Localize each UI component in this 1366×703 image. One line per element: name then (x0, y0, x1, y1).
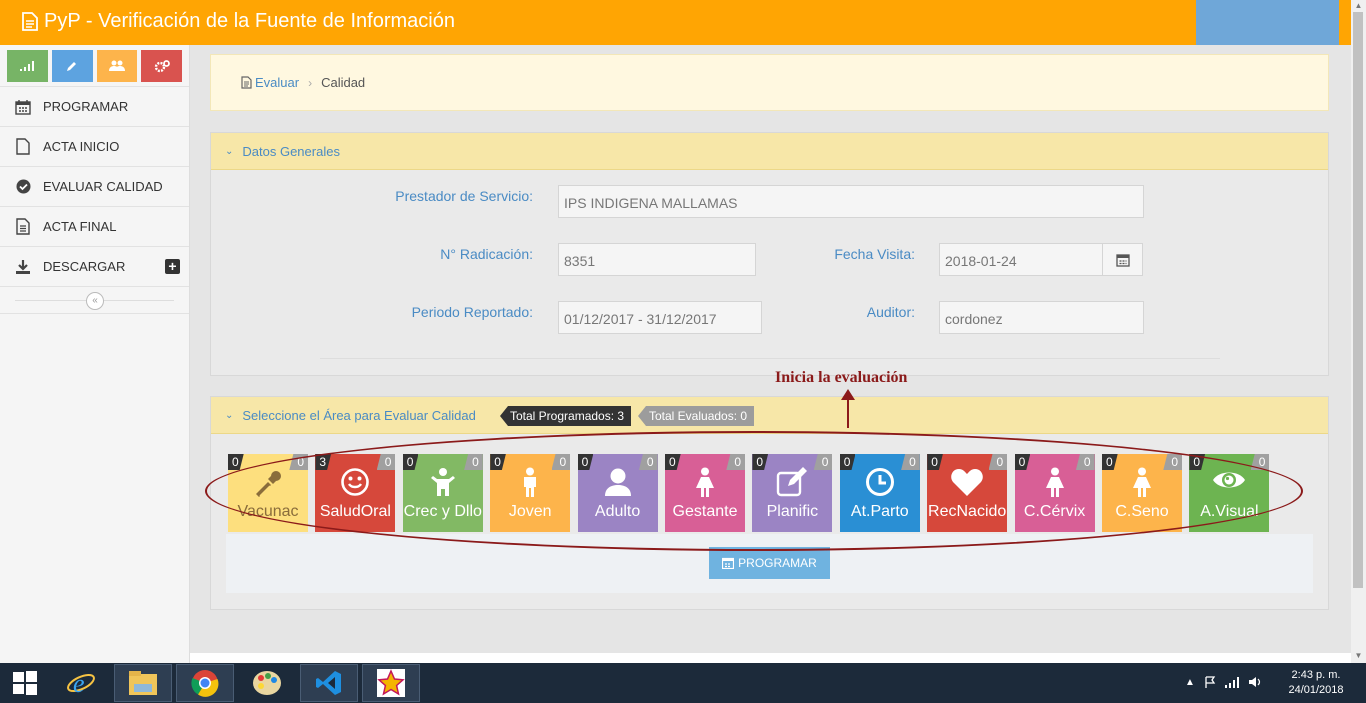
taskbar-chrome[interactable] (176, 664, 234, 702)
pencil-icon (67, 62, 77, 71)
document-icon (22, 12, 38, 31)
taskbar-paint[interactable] (238, 664, 296, 702)
file-icon (241, 76, 252, 89)
fecha-visita-field[interactable]: 2018-01-24 (939, 243, 1103, 276)
breadcrumb-current: Calidad (321, 75, 366, 90)
scroll-up-icon[interactable]: ▲ (1351, 0, 1366, 12)
breadcrumb-separator-icon: › (308, 75, 313, 90)
file-icon (14, 138, 32, 155)
sidebar: PROGRAMAR ACTA INICIO EVALUAR CALIDAD AC… (0, 45, 190, 663)
app-title: PyP - Verificación de la Fuente de Infor… (22, 10, 455, 33)
total-programados-badge: Total Programados: 3 (500, 406, 632, 426)
prestador-label: Prestador de Servicio: (395, 188, 533, 204)
header-user-area[interactable] (1196, 0, 1339, 45)
auditor-label: Auditor: (866, 304, 915, 320)
sidebar-item-programar[interactable]: PROGRAMAR (0, 86, 189, 126)
sidebar-item-label: EVALUAR CALIDAD (43, 179, 163, 194)
periodo-field[interactable]: 01/12/2017 - 31/12/2017 (558, 301, 762, 334)
general-data-header[interactable]: ⌄ Datos Generales (211, 133, 1328, 170)
chevron-down-icon: ⌄ (225, 409, 234, 421)
taskbar-clock[interactable]: 2:43 p. m. 24/01/2018 (1283, 668, 1349, 698)
radicacion-label: N° Radicación: (440, 246, 533, 262)
cogs-icon (154, 59, 170, 72)
scrollbar-thumb[interactable] (1353, 12, 1363, 588)
download-icon (14, 259, 32, 275)
clock-date: 24/01/2018 (1288, 684, 1344, 696)
areas-header[interactable]: ⌄ Seleccione el Área para Evaluar Calida… (211, 397, 1328, 434)
signal-icon (20, 61, 35, 71)
prestador-field[interactable]: IPS INDIGENA MALLAMAS (558, 185, 1144, 218)
users-icon (108, 60, 125, 71)
collapse-sidebar-icon[interactable]: « (86, 292, 104, 310)
scroll-down-icon[interactable]: ▼ (1351, 650, 1366, 662)
shortcut-cogs-button[interactable] (141, 50, 182, 82)
taskbar-star-app[interactable] (362, 664, 420, 702)
shortcut-pencil-button[interactable] (51, 50, 93, 82)
svg-text:e: e (73, 669, 85, 698)
sidebar-item-label: ACTA FINAL (43, 219, 117, 234)
internet-explorer-icon: e (67, 669, 95, 698)
system-tray: ▲ (1185, 676, 1262, 688)
shortcut-users-button[interactable] (96, 50, 138, 82)
calendar-icon (722, 557, 735, 569)
programar-button[interactable]: PROGRAMAR (709, 547, 830, 579)
annotation-arrow-icon (841, 389, 855, 400)
sidebar-item-descargar[interactable]: DESCARGAR + (0, 246, 189, 286)
annotation-ellipse (205, 431, 1303, 551)
volume-icon[interactable] (1248, 676, 1262, 688)
taskbar-internet-explorer[interactable]: e (52, 664, 110, 702)
total-evaluados-badge: Total Evaluados: 0 (638, 406, 755, 426)
periodo-label: Periodo Reportado: (411, 304, 533, 320)
start-button[interactable] (0, 664, 50, 702)
fecha-label: Fecha Visita: (834, 246, 915, 262)
sidebar-item-label: PROGRAMAR (43, 99, 129, 114)
sidebar-item-acta-final[interactable]: ACTA FINAL (0, 206, 189, 246)
taskbar-file-explorer[interactable] (114, 664, 172, 702)
network-signal-icon[interactable] (1224, 676, 1239, 688)
chrome-icon (191, 670, 219, 697)
sidebar-collapse-row: « (0, 286, 189, 314)
shortcut-signal-button[interactable] (7, 50, 48, 82)
page-bottom (190, 653, 1351, 663)
app-header: PyP - Verificación de la Fuente de Infor… (0, 0, 1351, 45)
flag-icon[interactable] (1204, 676, 1216, 688)
vscode-icon (316, 671, 341, 695)
panel-title: Seleccione el Área para Evaluar Calidad (242, 407, 476, 423)
calendar-button[interactable] (1102, 243, 1143, 276)
sidebar-item-evaluar-calidad[interactable]: EVALUAR CALIDAD (0, 166, 189, 206)
sidebar-item-label: ACTA INICIO (43, 139, 120, 154)
calendar-icon (1115, 253, 1130, 267)
taskbar-vscode[interactable] (300, 664, 358, 702)
windows-taskbar: e (0, 663, 1366, 703)
auditor-field[interactable]: cordonez (939, 301, 1144, 334)
chevron-down-icon: ⌄ (225, 145, 234, 157)
star-app-icon (377, 669, 405, 697)
panel-title: Datos Generales (242, 143, 340, 159)
file-text-icon (14, 218, 32, 235)
breadcrumb: Evaluar › Calidad (210, 54, 1329, 111)
folder-icon (129, 671, 157, 695)
check-circle-icon (14, 179, 32, 194)
windows-logo-icon (13, 671, 37, 695)
form-divider (320, 358, 1220, 359)
radicacion-field[interactable]: 8351 (558, 243, 756, 276)
clock-time: 2:43 p. m. (1291, 669, 1341, 681)
show-hidden-icons-icon[interactable]: ▲ (1185, 677, 1195, 688)
app-title-text: PyP - Verificación de la Fuente de Infor… (44, 10, 455, 32)
sidebar-shortcuts (0, 45, 189, 86)
annotation-arrow-line (847, 398, 849, 428)
annotation-text: Inicia la evaluación (775, 369, 908, 386)
sidebar-item-acta-inicio[interactable]: ACTA INICIO (0, 126, 189, 166)
programar-button-label: PROGRAMAR (738, 556, 817, 570)
sidebar-item-label: DESCARGAR (43, 259, 126, 274)
breadcrumb-link-evaluar[interactable]: Evaluar (255, 75, 299, 90)
calendar-icon (14, 99, 32, 115)
expand-plus-icon[interactable]: + (165, 259, 180, 274)
paint-palette-icon (253, 671, 281, 695)
